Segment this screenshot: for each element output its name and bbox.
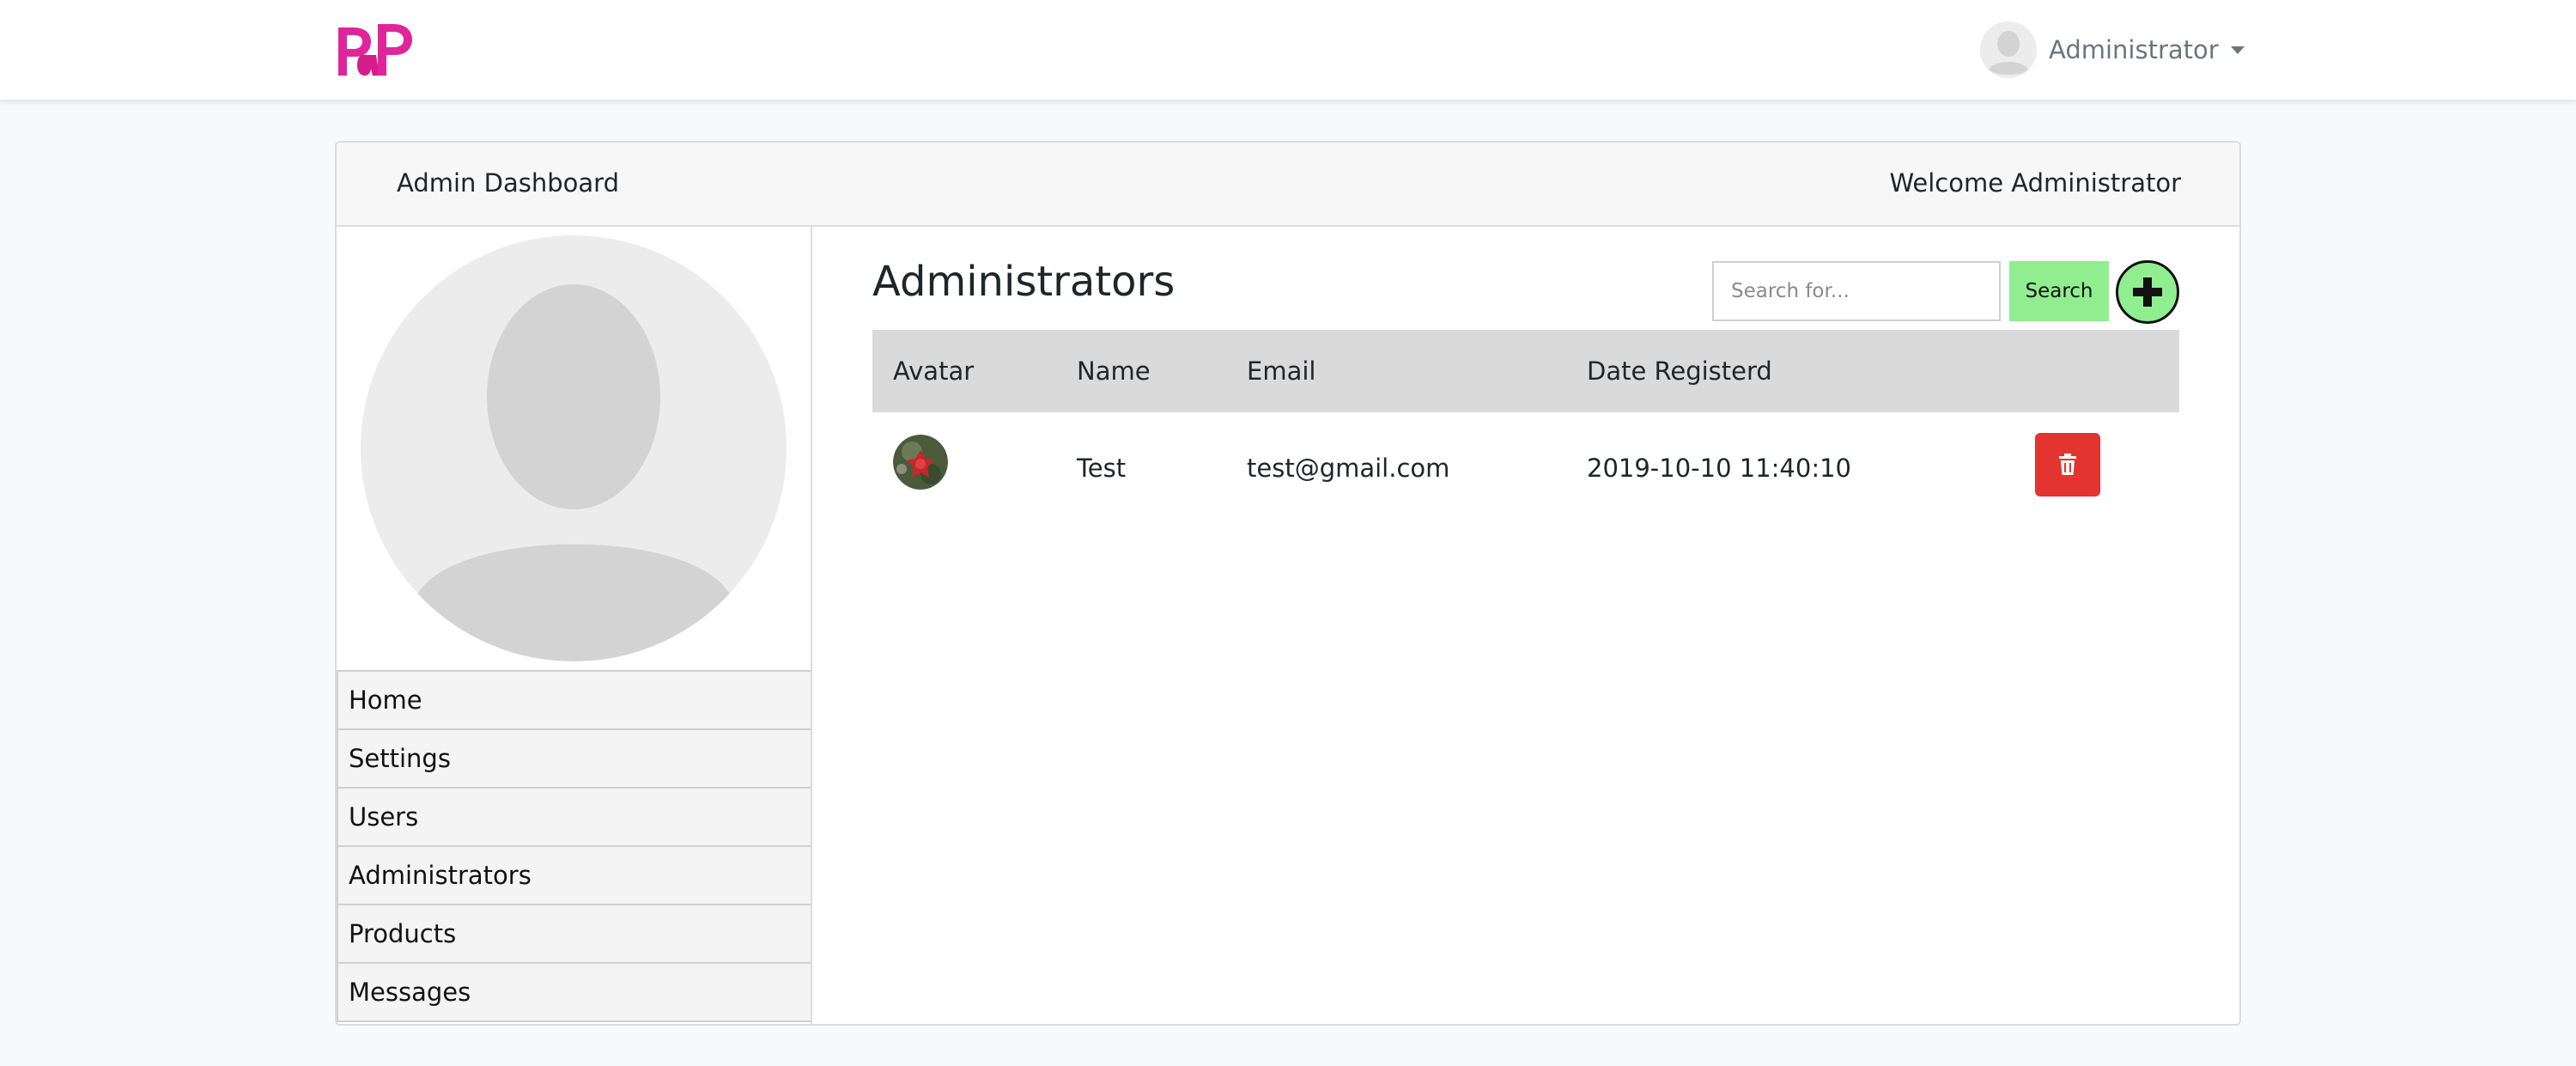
profile-avatar-icon [361,235,787,661]
column-header-email: Email [1247,356,1316,386]
column-header-avatar: Avatar [893,356,975,386]
sidebar-menu: Home Settings Users Administrators Produ… [337,670,811,1022]
search-button[interactable]: Search [2009,261,2109,321]
page-title: Administrators [872,258,1176,306]
top-navbar: Administrator [0,0,2576,100]
trash-icon [2059,454,2076,475]
search-input[interactable] [1712,261,2001,321]
table-header: Avatar Name Email Date Registerd [872,330,2179,412]
table-row: Test test@gmail.com 2019-10-10 11:40:10 [872,412,2179,519]
column-header-date: Date Registerd [1587,356,1772,386]
row-date: 2019-10-10 11:40:10 [1587,454,1851,483]
row-avatar-image [893,435,948,490]
column-header-name: Name [1077,356,1151,386]
sidebar: Home Settings Users Administrators Produ… [337,227,812,1024]
plus-icon [2133,277,2162,307]
main-content: Administrators Search Avatar Name Email … [814,227,2239,1024]
welcome-text: Welcome Administrator [1889,168,2181,198]
user-avatar-icon [1980,21,2037,78]
add-administrator-button[interactable] [2116,260,2179,324]
sidebar-item-home[interactable]: Home [337,672,811,730]
sidebar-item-administrators[interactable]: Administrators [337,847,811,905]
sidebar-item-users[interactable]: Users [337,789,811,847]
card-header: Admin Dashboard Welcome Administrator [337,143,2239,227]
dashboard-title: Admin Dashboard [397,168,619,198]
administrators-table: Avatar Name Email Date Registerd Test te… [872,330,2179,519]
delete-button[interactable] [2035,433,2100,496]
row-email: test@gmail.com [1247,454,1450,483]
row-name: Test [1077,454,1127,483]
user-name-label: Administrator [2049,35,2219,64]
caret-down-icon [2230,46,2245,54]
brand-logo[interactable] [333,21,416,79]
user-menu-dropdown[interactable]: Administrator [1980,21,2245,78]
sidebar-item-messages[interactable]: Messages [337,964,811,1022]
sidebar-item-settings[interactable]: Settings [337,730,811,789]
sidebar-item-products[interactable]: Products [337,905,811,964]
dashboard-card: Admin Dashboard Welcome Administrator Ho… [335,141,2241,1026]
